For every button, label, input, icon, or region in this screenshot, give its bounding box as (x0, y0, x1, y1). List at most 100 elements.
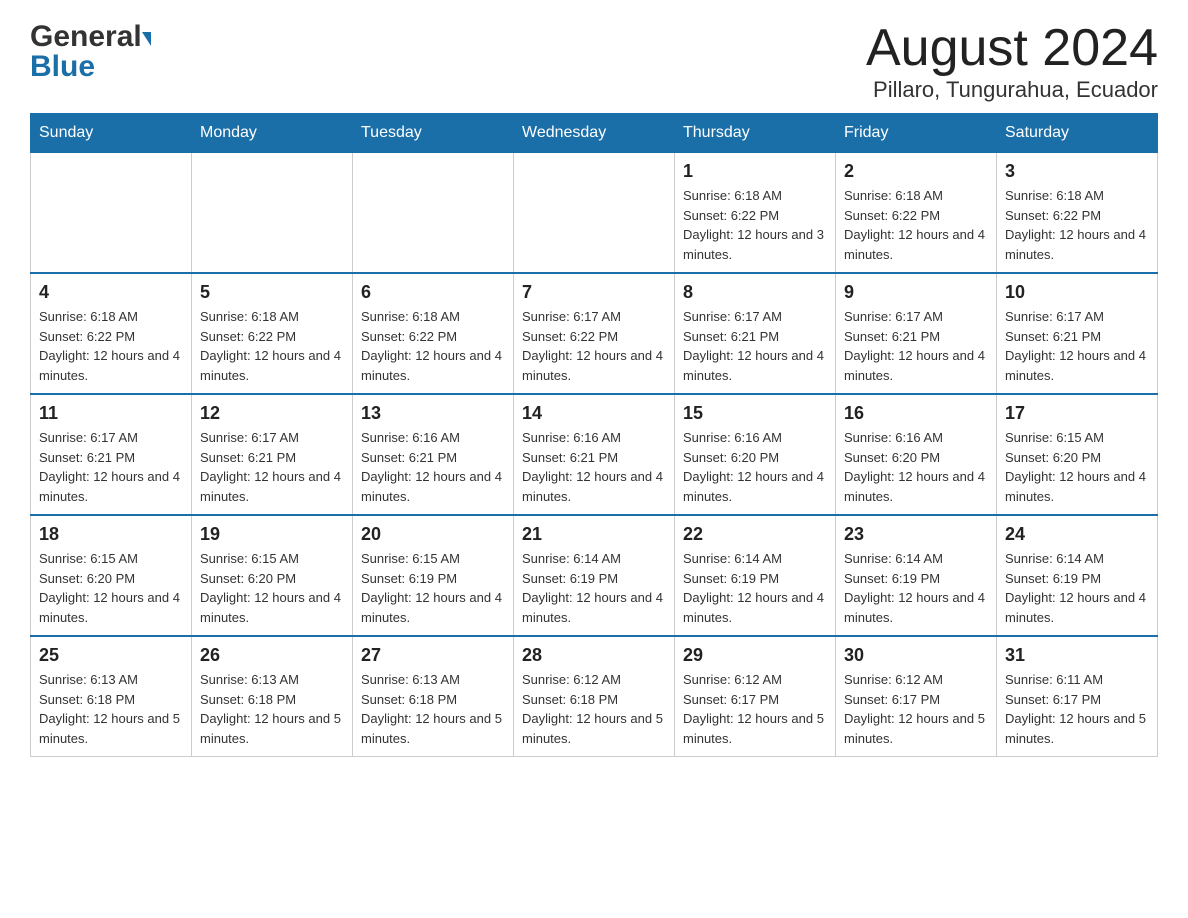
title-area: August 2024 Pillaro, Tungurahua, Ecuador (866, 20, 1158, 103)
day-info: Sunrise: 6:18 AM Sunset: 6:22 PM Dayligh… (200, 307, 344, 385)
day-number: 23 (844, 524, 988, 545)
calendar-cell (31, 153, 192, 274)
day-number: 16 (844, 403, 988, 424)
day-number: 24 (1005, 524, 1149, 545)
calendar-cell: 5Sunrise: 6:18 AM Sunset: 6:22 PM Daylig… (192, 273, 353, 394)
day-info: Sunrise: 6:12 AM Sunset: 6:18 PM Dayligh… (522, 670, 666, 748)
calendar-cell: 8 Sunrise: 6:17 AM Sunset: 6:21 PM Daylig… (675, 273, 836, 394)
logo-blue: Blue (30, 50, 95, 83)
week-row-2: 4 Sunrise: 6:18 AM Sunset: 6:22 PM Daylig… (31, 273, 1158, 394)
calendar-cell: 7 Sunrise: 6:17 AM Sunset: 6:22 PM Daylig… (514, 273, 675, 394)
day-info: Sunrise: 6:17 AM Sunset: 6:22 PM Dayligh… (522, 307, 666, 385)
day-number: 29 (683, 645, 827, 666)
week-row-3: 11Sunrise: 6:17 AM Sunset: 6:21 PM Dayli… (31, 394, 1158, 515)
calendar-cell: 19 Sunrise: 6:15 AM Sunset: 6:20 PM Dayli… (192, 515, 353, 636)
day-number: 30 (844, 645, 988, 666)
day-number: 6 (361, 282, 505, 303)
calendar-cell: 3Sunrise: 6:18 AM Sunset: 6:22 PM Daylig… (997, 153, 1158, 274)
day-info: Sunrise: 6:11 AM Sunset: 6:17 PM Dayligh… (1005, 670, 1149, 748)
day-info: Sunrise: 6:15 AM Sunset: 6:20 PM Dayligh… (200, 549, 344, 627)
day-info: Sunrise: 6:15 AM Sunset: 6:19 PM Dayligh… (361, 549, 505, 627)
day-info: Sunrise: 6:14 AM Sunset: 6:19 PM Dayligh… (844, 549, 988, 627)
day-info: Sunrise: 6:18 AM Sunset: 6:22 PM Dayligh… (39, 307, 183, 385)
day-info: Sunrise: 6:17 AM Sunset: 6:21 PM Dayligh… (1005, 307, 1149, 385)
month-title: August 2024 (866, 20, 1158, 77)
logo-general: General (30, 20, 142, 54)
day-info: Sunrise: 6:18 AM Sunset: 6:22 PM Dayligh… (361, 307, 505, 385)
day-number: 8 (683, 282, 827, 303)
day-info: Sunrise: 6:18 AM Sunset: 6:22 PM Dayligh… (683, 186, 827, 264)
calendar-header-row: SundayMondayTuesdayWednesdayThursdayFrid… (31, 114, 1158, 153)
day-info: Sunrise: 6:18 AM Sunset: 6:22 PM Dayligh… (844, 186, 988, 264)
day-number: 9 (844, 282, 988, 303)
day-number: 2 (844, 161, 988, 182)
calendar-cell: 17 Sunrise: 6:15 AM Sunset: 6:20 PM Dayli… (997, 394, 1158, 515)
header-friday: Friday (836, 114, 997, 153)
header-wednesday: Wednesday (514, 114, 675, 153)
calendar-cell: 23 Sunrise: 6:14 AM Sunset: 6:19 PM Dayli… (836, 515, 997, 636)
calendar-cell: 24 Sunrise: 6:14 AM Sunset: 6:19 PM Dayli… (997, 515, 1158, 636)
day-number: 12 (200, 403, 344, 424)
header-thursday: Thursday (675, 114, 836, 153)
calendar-cell: 21 Sunrise: 6:14 AM Sunset: 6:19 PM Dayli… (514, 515, 675, 636)
day-number: 31 (1005, 645, 1149, 666)
day-info: Sunrise: 6:17 AM Sunset: 6:21 PM Dayligh… (200, 428, 344, 506)
calendar-cell: 26 Sunrise: 6:13 AM Sunset: 6:18 PM Dayli… (192, 636, 353, 757)
calendar-cell: 11Sunrise: 6:17 AM Sunset: 6:21 PM Dayli… (31, 394, 192, 515)
day-info: Sunrise: 6:17 AM Sunset: 6:21 PM Dayligh… (683, 307, 827, 385)
day-number: 13 (361, 403, 505, 424)
day-info: Sunrise: 6:18 AM Sunset: 6:22 PM Dayligh… (1005, 186, 1149, 264)
day-info: Sunrise: 6:14 AM Sunset: 6:19 PM Dayligh… (683, 549, 827, 627)
header-monday: Monday (192, 114, 353, 153)
calendar-cell: 13 Sunrise: 6:16 AM Sunset: 6:21 PM Dayli… (353, 394, 514, 515)
day-info: Sunrise: 6:12 AM Sunset: 6:17 PM Dayligh… (683, 670, 827, 748)
day-info: Sunrise: 6:13 AM Sunset: 6:18 PM Dayligh… (361, 670, 505, 748)
day-number: 14 (522, 403, 666, 424)
day-number: 10 (1005, 282, 1149, 303)
logo-arrow-icon (142, 32, 151, 46)
day-info: Sunrise: 6:15 AM Sunset: 6:20 PM Dayligh… (1005, 428, 1149, 506)
day-number: 22 (683, 524, 827, 545)
calendar-table: SundayMondayTuesdayWednesdayThursdayFrid… (30, 113, 1158, 757)
calendar-cell (514, 153, 675, 274)
day-number: 7 (522, 282, 666, 303)
day-number: 19 (200, 524, 344, 545)
day-info: Sunrise: 6:17 AM Sunset: 6:21 PM Dayligh… (39, 428, 183, 506)
calendar-cell: 9 Sunrise: 6:17 AM Sunset: 6:21 PM Daylig… (836, 273, 997, 394)
day-info: Sunrise: 6:14 AM Sunset: 6:19 PM Dayligh… (1005, 549, 1149, 627)
week-row-1: 1 Sunrise: 6:18 AM Sunset: 6:22 PM Daylig… (31, 153, 1158, 274)
day-number: 25 (39, 645, 183, 666)
logo: General Blue (30, 20, 151, 84)
week-row-5: 25 Sunrise: 6:13 AM Sunset: 6:18 PM Dayli… (31, 636, 1158, 757)
calendar-cell: 27Sunrise: 6:13 AM Sunset: 6:18 PM Dayli… (353, 636, 514, 757)
page-header: General Blue August 2024 Pillaro, Tungur… (30, 20, 1158, 103)
day-info: Sunrise: 6:16 AM Sunset: 6:20 PM Dayligh… (844, 428, 988, 506)
day-info: Sunrise: 6:12 AM Sunset: 6:17 PM Dayligh… (844, 670, 988, 748)
calendar-cell: 12 Sunrise: 6:17 AM Sunset: 6:21 PM Dayli… (192, 394, 353, 515)
day-info: Sunrise: 6:13 AM Sunset: 6:18 PM Dayligh… (39, 670, 183, 748)
day-number: 18 (39, 524, 183, 545)
calendar-cell: 25 Sunrise: 6:13 AM Sunset: 6:18 PM Dayli… (31, 636, 192, 757)
day-number: 26 (200, 645, 344, 666)
day-info: Sunrise: 6:13 AM Sunset: 6:18 PM Dayligh… (200, 670, 344, 748)
day-number: 15 (683, 403, 827, 424)
day-info: Sunrise: 6:16 AM Sunset: 6:20 PM Dayligh… (683, 428, 827, 506)
calendar-cell: 30 Sunrise: 6:12 AM Sunset: 6:17 PM Dayli… (836, 636, 997, 757)
calendar-cell: 22 Sunrise: 6:14 AM Sunset: 6:19 PM Dayli… (675, 515, 836, 636)
day-info: Sunrise: 6:14 AM Sunset: 6:19 PM Dayligh… (522, 549, 666, 627)
header-saturday: Saturday (997, 114, 1158, 153)
calendar-cell (192, 153, 353, 274)
day-number: 21 (522, 524, 666, 545)
calendar-cell: 4 Sunrise: 6:18 AM Sunset: 6:22 PM Daylig… (31, 273, 192, 394)
day-info: Sunrise: 6:16 AM Sunset: 6:21 PM Dayligh… (361, 428, 505, 506)
calendar-cell: 18Sunrise: 6:15 AM Sunset: 6:20 PM Dayli… (31, 515, 192, 636)
header-tuesday: Tuesday (353, 114, 514, 153)
calendar-cell: 31 Sunrise: 6:11 AM Sunset: 6:17 PM Dayli… (997, 636, 1158, 757)
day-info: Sunrise: 6:17 AM Sunset: 6:21 PM Dayligh… (844, 307, 988, 385)
calendar-cell: 10 Sunrise: 6:17 AM Sunset: 6:21 PM Dayli… (997, 273, 1158, 394)
day-number: 4 (39, 282, 183, 303)
calendar-cell: 14 Sunrise: 6:16 AM Sunset: 6:21 PM Dayli… (514, 394, 675, 515)
day-info: Sunrise: 6:16 AM Sunset: 6:21 PM Dayligh… (522, 428, 666, 506)
day-number: 17 (1005, 403, 1149, 424)
day-number: 1 (683, 161, 827, 182)
